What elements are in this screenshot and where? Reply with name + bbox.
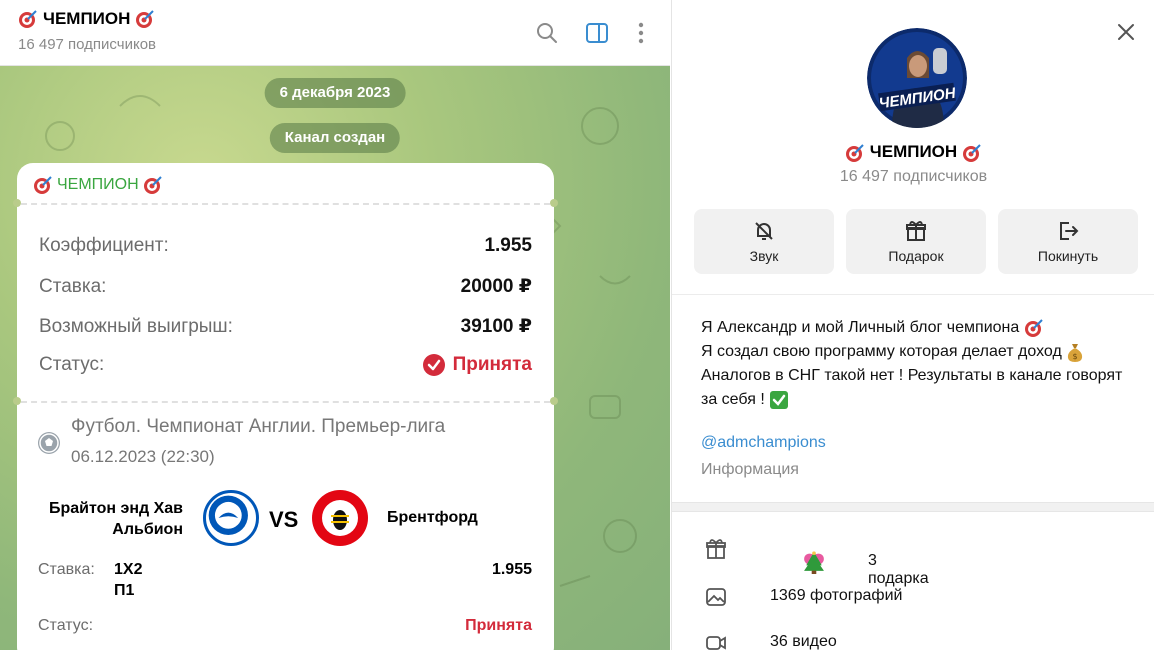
leave-button[interactable]: Покинуть — [998, 209, 1138, 274]
coef-row: Коэффициент: 1.955 — [39, 235, 532, 257]
bet-coef: 1.955 — [491, 561, 532, 578]
dart-target-icon — [143, 176, 162, 194]
bell-off-icon — [755, 222, 773, 240]
section-separator — [672, 502, 1154, 512]
gift-button[interactable]: Подарок — [846, 209, 986, 274]
close-icon[interactable] — [1114, 20, 1138, 44]
coef-value: 1.955 — [484, 235, 532, 256]
search-icon[interactable] — [534, 20, 560, 46]
status-row: Статус: Принята — [39, 354, 532, 376]
bet-type: 1X2 — [114, 561, 143, 578]
gift-icon — [906, 221, 926, 241]
photos-label: 1369 фотографий — [770, 587, 903, 604]
channel-description: Я Александр и мой Личный блог чемпиона Я… — [701, 316, 1131, 412]
win-label: Возможный выигрыш: — [39, 315, 233, 337]
video-icon — [706, 636, 726, 650]
chat-area: ЧЕМПИОН 16 497 подписчиков 6 декабря 202… — [0, 0, 670, 650]
win-row: Возможный выигрыш: 39100 ₽ — [39, 315, 532, 338]
dart-target-icon — [34, 176, 52, 194]
football-icon — [38, 432, 60, 454]
ticket-notch — [13, 397, 21, 405]
leave-icon — [1060, 222, 1079, 240]
ticket-notch — [550, 199, 558, 207]
date-pill: 6 декабря 2023 — [264, 78, 406, 108]
chat-title-text: ЧЕМПИОН — [43, 9, 131, 28]
dart-target-icon — [19, 10, 37, 28]
leave-label: Покинуть — [1037, 248, 1099, 264]
brentford-logo — [312, 490, 368, 546]
channel-info-panel: ЧЕМПИОН ЧЕМПИОН 16 497 подписчиков Звук … — [671, 0, 1154, 650]
description-line: Я создал свою программу которая делает д… — [701, 340, 1131, 364]
status-label: Статус: — [39, 354, 105, 375]
photo-icon — [706, 588, 726, 606]
bet-label: Ставка: — [38, 561, 95, 578]
bet-pick: П1 — [114, 582, 135, 599]
brighton-logo — [203, 490, 259, 546]
bet-status-label: Статус: — [38, 617, 94, 634]
ticket-notch — [550, 397, 558, 405]
photos-row[interactable]: 1369 фотографий — [672, 574, 1154, 620]
home-team-name: Брайтон энд Хав Альбион — [48, 500, 183, 538]
versus-label: VS — [269, 507, 299, 532]
description-line: Я Александр и мой Личный блог чемпиона — [701, 316, 1131, 340]
sidebar-toggle-icon[interactable] — [584, 20, 610, 46]
match-date: 06.12.2023 (22:30) — [71, 447, 215, 466]
ticket-notch — [13, 199, 21, 207]
away-team-name: Брентфорд — [387, 509, 478, 526]
stake-row: Ставка: 20000 ₽ — [39, 275, 532, 298]
channel-name: ЧЕМПИОН — [672, 142, 1154, 163]
message-author-name: ЧЕМПИОН — [57, 176, 139, 193]
check-circle-icon — [422, 354, 445, 376]
divider — [672, 294, 1154, 295]
stake-label: Ставка: — [39, 275, 107, 297]
gift-label: Подарок — [888, 248, 944, 264]
chat-header: ЧЕМПИОН 16 497 подписчиков — [0, 0, 670, 66]
dart-target-icon — [1024, 319, 1043, 337]
message-author[interactable]: ЧЕМПИОН — [33, 175, 163, 195]
bet-message-card[interactable]: ЧЕМПИОН Коэффициент: 1.955 Ставка: 20000… — [13, 163, 558, 650]
videos-label: 36 видео — [770, 633, 837, 650]
description-line: Аналогов в СНГ такой нет ! Результаты в … — [701, 367, 1123, 409]
divider — [21, 203, 550, 205]
status-value: Принята — [452, 354, 532, 375]
win-value: 39100 ₽ — [460, 316, 532, 337]
videos-row[interactable]: 36 видео — [672, 620, 1154, 650]
channel-subscribers: 16 497 подписчиков — [839, 168, 988, 185]
money-bag-icon: $ — [1068, 343, 1083, 362]
svg-text:$: $ — [1073, 352, 1078, 361]
mute-button[interactable]: Звук — [694, 209, 834, 274]
channel-link[interactable]: @admchampions — [701, 434, 826, 452]
more-options-icon[interactable] — [628, 20, 654, 46]
gifts-label: 3 подарка — [770, 539, 929, 587]
gifts-row[interactable]: 3 подарка — [672, 526, 1154, 587]
check-mark-icon — [770, 390, 789, 409]
info-label: Информация — [701, 461, 799, 478]
coef-label: Коэффициент: — [39, 235, 169, 256]
channel-avatar[interactable]: ЧЕМПИОН — [867, 28, 967, 128]
service-message-pill: Канал создан — [269, 123, 401, 153]
stake-value: 20000 ₽ — [460, 276, 532, 297]
mute-label: Звук — [749, 248, 779, 264]
status-accepted: Принята — [422, 354, 532, 376]
channel-name-text: ЧЕМПИОН — [869, 142, 958, 161]
divider — [21, 401, 550, 403]
dart-target-icon — [846, 143, 864, 162]
chat-subscribers: 16 497 подписчиков — [18, 36, 157, 53]
league-name: Футбол. Чемпионат Англии. Премьер-лига — [71, 416, 446, 437]
dart-target-icon — [962, 143, 981, 162]
chat-title[interactable]: ЧЕМПИОН — [18, 9, 155, 29]
gift-icon — [706, 539, 726, 559]
dart-target-icon — [136, 10, 155, 28]
bet-status-value: Принята — [465, 617, 532, 634]
christmas-tree-icon — [804, 551, 824, 574]
